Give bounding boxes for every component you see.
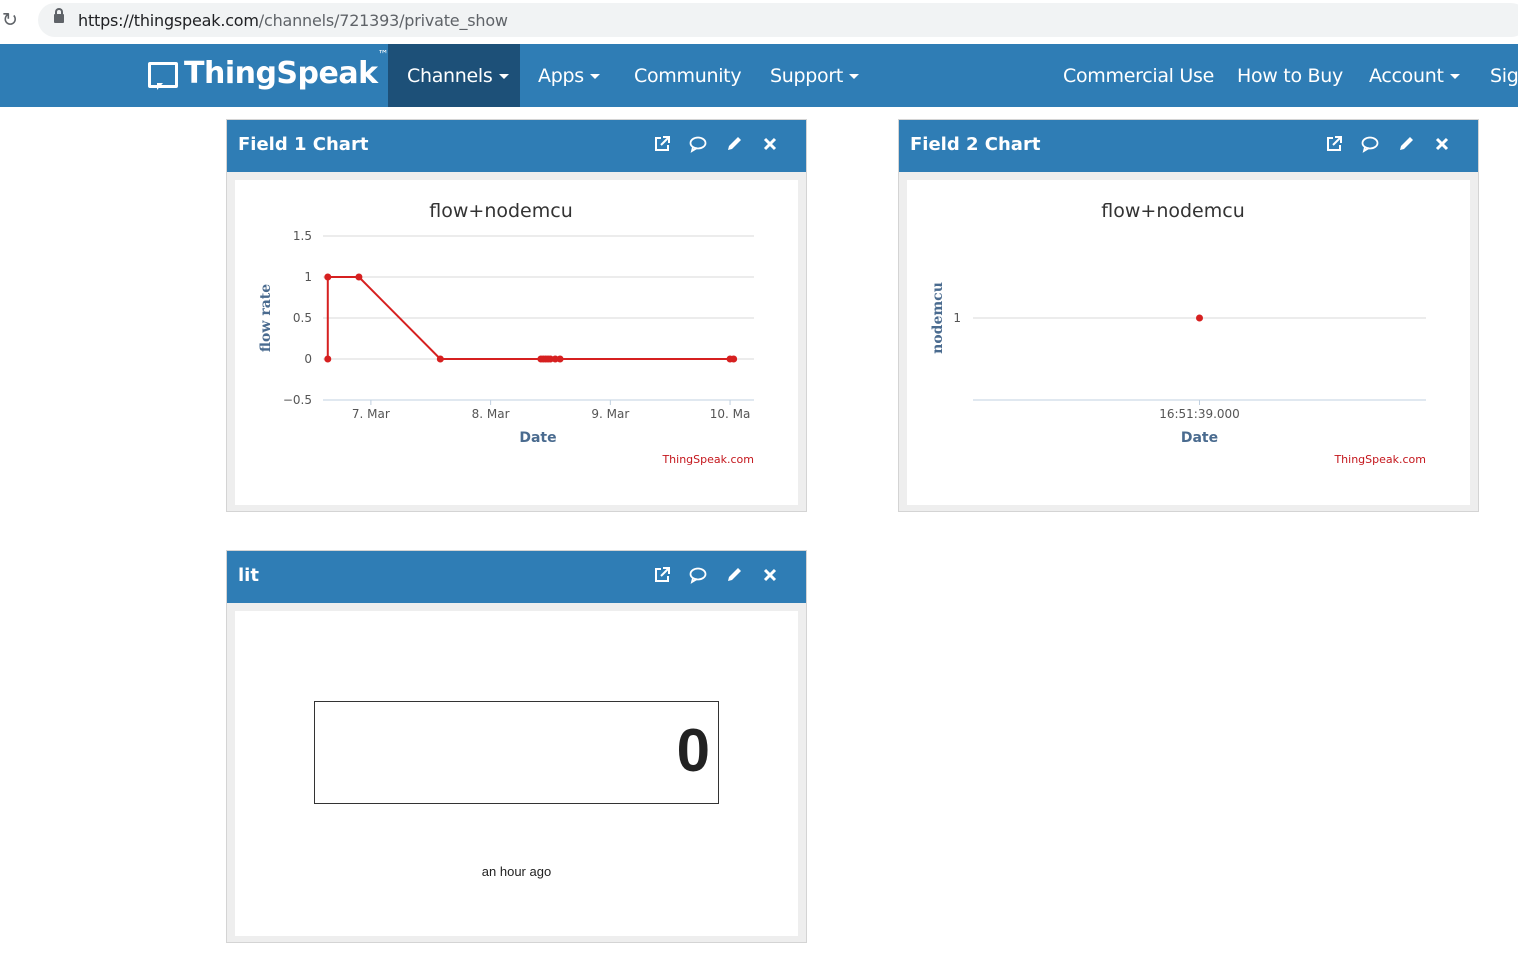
widget-body: flow+nodemcu 1 16:51:39.000 Date nodemcu Thin… (907, 180, 1470, 505)
x-tick-label: 9. Mar (591, 407, 629, 421)
nav-account-label: Account (1369, 65, 1444, 87)
close-icon[interactable] (760, 565, 782, 587)
url-text[interactable]: https://thingspeak.com/channels/721393/p… (78, 11, 508, 30)
chart-credit: ThingSpeak.com (1333, 453, 1426, 466)
nav-commercial-use-label: Commercial Use (1063, 65, 1214, 87)
caret-down-icon (1449, 74, 1460, 79)
url-box[interactable]: https://thingspeak.com/channels/721393/p… (38, 3, 1518, 37)
top-navbar: ThingSpeak™ Channels Apps Community Supp… (0, 44, 1518, 107)
caret-down-icon (498, 74, 509, 79)
nav-how-to-buy[interactable]: How to Buy (1237, 44, 1343, 107)
chart-credit: ThingSpeak.com (661, 453, 754, 466)
chart-title: flow+nodemcu (1101, 200, 1244, 222)
comment-icon[interactable] (1360, 134, 1382, 156)
url-host: https://thingspeak.com (78, 11, 259, 30)
chart-title: flow+nodemcu (429, 200, 572, 222)
widget-actions (1310, 134, 1454, 156)
widget-actions (638, 134, 782, 156)
widget-header: Field 2 Chart (899, 120, 1478, 172)
data-point (355, 273, 363, 281)
nav-account[interactable]: Account (1369, 44, 1460, 107)
field1-line-chart: flow+nodemcu 1.5 1 0.5 0 −0.5 7. Mar 8. Mar 9. M… (258, 200, 754, 466)
nav-sign-label: Sig (1490, 65, 1518, 87)
widget-body: 0 an hour ago (235, 611, 798, 936)
y-tick-label: 1 (953, 311, 961, 325)
logo-text: ThingSpeak (184, 56, 378, 91)
pencil-icon[interactable] (1396, 134, 1418, 156)
x-tick-label: 8. Mar (472, 407, 510, 421)
y-tick-label: 1.5 (293, 229, 312, 243)
x-tick-label: 7. Mar (352, 407, 390, 421)
field2-scatter-chart: flow+nodemcu 1 16:51:39.000 Date nodemcu Thin… (930, 200, 1426, 466)
close-icon[interactable] (1432, 134, 1454, 156)
nav-support-label: Support (770, 65, 844, 87)
nav-support[interactable]: Support (770, 44, 860, 107)
x-tick-label: 16:51:39.000 (1159, 407, 1240, 421)
widget-title: Field 1 Chart (238, 134, 369, 155)
nav-apps[interactable]: Apps (538, 44, 600, 107)
close-icon[interactable] (760, 134, 782, 156)
nav-channels-label: Channels (407, 65, 493, 87)
widget-field2-chart: Field 2 Chart flow+nodemcu 1 16:51:39.000 D… (898, 119, 1479, 512)
url-path: /channels/721393/private_show (258, 11, 508, 30)
external-link-icon[interactable] (1324, 134, 1346, 156)
y-tick-label: −0.5 (283, 393, 312, 407)
widget-lit: lit 0 an hour ago (226, 550, 807, 943)
browser-address-bar: ↻ https://thingspeak.com/channels/721393… (0, 0, 1518, 40)
last-update-time: an hour ago (481, 864, 552, 879)
data-point (324, 273, 332, 281)
caret-down-icon (849, 74, 860, 79)
reload-icon[interactable]: ↻ (2, 9, 18, 31)
y-axis-label: nodemcu (930, 282, 946, 354)
y-tick-label: 1 (304, 270, 312, 284)
nav-how-to-buy-label: How to Buy (1237, 65, 1343, 87)
widget-actions (638, 565, 782, 587)
widget-title: lit (238, 565, 259, 586)
x-tick-label: 10. Ma (710, 407, 751, 421)
lock-icon (54, 8, 64, 23)
y-axis-label: flow rate (258, 284, 274, 352)
x-axis-label: Date (519, 430, 556, 446)
y-tick-label: 0.5 (293, 311, 312, 325)
y-tick-label: 0 (304, 352, 312, 366)
comment-icon[interactable] (688, 134, 710, 156)
nav-community[interactable]: Community (634, 44, 742, 107)
widget-header: lit (227, 551, 806, 603)
x-axis-label: Date (1181, 430, 1218, 446)
data-point (556, 355, 564, 363)
speech-bubble-icon (148, 62, 178, 90)
widget-header: Field 1 Chart (227, 120, 806, 172)
numeric-display-value: 0 (676, 717, 710, 784)
logo-trademark: ™ (377, 48, 389, 61)
pencil-icon[interactable] (724, 134, 746, 156)
widget-field1-chart: Field 1 Chart flow+nodemcu 1.5 1 0.5 0 −0.5 7.… (226, 119, 807, 512)
data-point (324, 355, 332, 363)
pencil-icon[interactable] (724, 565, 746, 587)
nav-apps-label: Apps (538, 65, 584, 87)
nav-channels[interactable]: Channels (388, 44, 520, 107)
data-point (436, 355, 444, 363)
external-link-icon[interactable] (652, 134, 674, 156)
nav-sign[interactable]: Sig (1490, 44, 1518, 107)
widget-title: Field 2 Chart (910, 134, 1041, 155)
nav-commercial-use[interactable]: Commercial Use (1063, 44, 1214, 107)
numeric-display-box: 0 (314, 701, 719, 804)
nav-community-label: Community (634, 65, 742, 87)
data-point (1196, 314, 1203, 322)
caret-down-icon (589, 74, 600, 79)
comment-icon[interactable] (688, 565, 710, 587)
data-point (730, 355, 738, 363)
external-link-icon[interactable] (652, 565, 674, 587)
widget-body: flow+nodemcu 1.5 1 0.5 0 −0.5 7. Mar 8. Mar 9. M… (235, 180, 798, 505)
